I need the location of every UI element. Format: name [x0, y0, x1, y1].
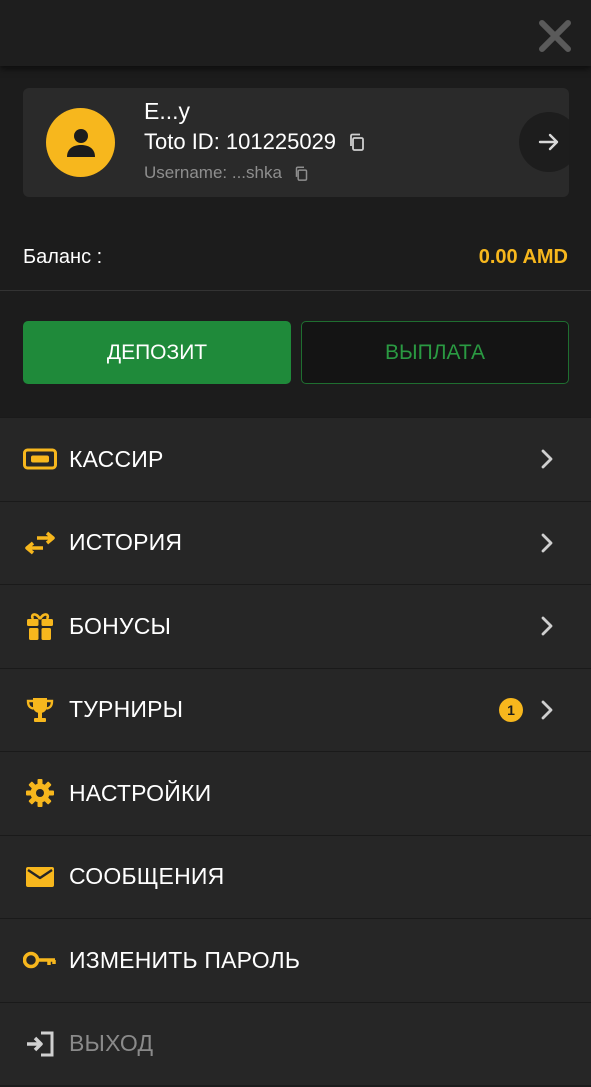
trophy-icon: [23, 693, 57, 727]
menu-item-tournaments[interactable]: ТУРНИРЫ 1: [0, 667, 591, 751]
menu-item-label: ТУРНИРЫ: [69, 696, 184, 723]
swap-arrows-icon: [23, 526, 57, 560]
close-button[interactable]: [533, 14, 577, 58]
copy-username-button[interactable]: [294, 166, 309, 181]
toto-id: Toto ID: 101225029: [144, 129, 366, 155]
cash-icon: [23, 442, 57, 476]
menu-item-label: КАССИР: [69, 445, 164, 472]
menu-item-cashier[interactable]: КАССИР: [0, 417, 591, 501]
gift-icon: [23, 609, 57, 643]
envelope-icon: [23, 860, 57, 894]
profile-card: E...y Toto ID: 101225029 Username: ...sh…: [23, 88, 569, 197]
key-icon: [23, 943, 57, 977]
user-icon: [66, 128, 95, 157]
chevron-right-icon: [537, 531, 557, 555]
menu-item-label: ИЗМЕНИТЬ ПАРОЛЬ: [69, 946, 301, 973]
toto-id-text: Toto ID: 101225029: [144, 129, 337, 154]
username-text: Username: ...shka: [144, 163, 282, 182]
copy-id-button[interactable]: [348, 133, 366, 151]
chevron-right-icon: [537, 447, 557, 471]
menu-item-label: БОНУСЫ: [69, 612, 172, 639]
account-menu: КАССИР ИСТОРИЯ БОНУСЫ ТУРНИРЫ 1 НАСТРОЙК…: [0, 417, 591, 1085]
menu-item-messages[interactable]: СООБЩЕНИЯ: [0, 834, 591, 918]
balance-label: Баланс :: [23, 246, 103, 268]
menu-item-label: НАСТРОЙКИ: [69, 779, 212, 806]
menu-item-logout[interactable]: ВЫХОД: [0, 1001, 591, 1085]
profile-open-button[interactable]: [519, 112, 569, 172]
copy-icon: [295, 166, 308, 181]
menu-item-bonuses[interactable]: БОНУСЫ: [0, 584, 591, 668]
balance-row: Баланс : 0.00 AMD: [0, 236, 591, 282]
arrow-right-icon: [538, 133, 559, 151]
menu-item-label: СООБЩЕНИЯ: [69, 863, 225, 890]
deposit-button[interactable]: ДЕПОЗИТ: [23, 321, 291, 384]
gear-icon: [23, 776, 57, 810]
chevron-right-icon: [537, 614, 557, 638]
menu-item-label: ИСТОРИЯ: [69, 529, 183, 556]
divider: [0, 290, 591, 291]
notification-badge: 1: [499, 697, 523, 722]
chevron-right-icon: [537, 698, 557, 722]
close-icon: [539, 20, 571, 52]
balance-value: 0.00 AMD: [478, 246, 568, 268]
avatar: [46, 108, 115, 177]
username: Username: ...shka: [144, 163, 309, 183]
copy-icon: [350, 133, 364, 151]
menu-item-settings[interactable]: НАСТРОЙКИ: [0, 751, 591, 835]
menu-item-label: ВЫХОД: [69, 1030, 154, 1057]
logout-icon: [23, 1027, 57, 1061]
withdraw-button[interactable]: ВЫПЛАТА: [301, 321, 569, 384]
profile-name: E...y: [144, 98, 191, 124]
menu-item-change-password[interactable]: ИЗМЕНИТЬ ПАРОЛЬ: [0, 918, 591, 1002]
top-bar: [0, 0, 591, 66]
menu-item-history[interactable]: ИСТОРИЯ: [0, 500, 591, 584]
